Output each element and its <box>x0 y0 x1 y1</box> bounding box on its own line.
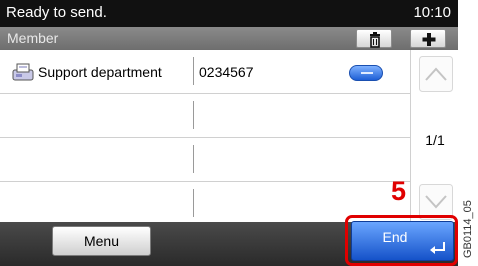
member-number: 0234567 <box>199 64 254 80</box>
enter-icon <box>430 242 445 254</box>
image-code: GB0114_05 <box>460 176 476 262</box>
step-number: 5 <box>391 176 407 206</box>
image-code-label: GB0114_05 <box>462 200 474 258</box>
header-title: Member <box>7 30 59 46</box>
detail-button[interactable] <box>349 65 383 81</box>
add-button[interactable] <box>410 29 446 48</box>
member-list: Support department 0234567 <box>0 50 410 226</box>
list-item[interactable] <box>0 94 410 138</box>
menu-button[interactable]: Menu <box>52 226 151 256</box>
list-item[interactable]: Support department 0234567 <box>0 50 410 94</box>
arrow-up-icon[interactable] <box>419 56 453 92</box>
status-time: 10:10 <box>413 4 451 21</box>
list-item[interactable] <box>0 138 410 182</box>
status-message: Ready to send. <box>6 4 107 21</box>
detail-icon <box>361 72 373 74</box>
delete-button[interactable] <box>356 29 392 48</box>
column-divider <box>193 101 194 129</box>
member-header: Member <box>0 27 458 50</box>
column-divider <box>193 189 194 217</box>
fax-icon <box>12 63 34 81</box>
scroll-panel: 1/1 <box>410 50 458 226</box>
end-button-label: End <box>382 229 408 245</box>
end-button[interactable]: End <box>351 221 454 261</box>
column-divider <box>193 145 194 173</box>
status-bar: Ready to send. 10:10 <box>0 0 458 27</box>
trash-icon <box>370 32 380 48</box>
column-divider <box>193 57 194 85</box>
page-indicator: 1/1 <box>425 132 445 148</box>
screen: Ready to send. 10:10 Member Support depa… <box>0 0 458 266</box>
plus-icon <box>422 33 436 46</box>
member-name: Support department <box>38 64 162 80</box>
